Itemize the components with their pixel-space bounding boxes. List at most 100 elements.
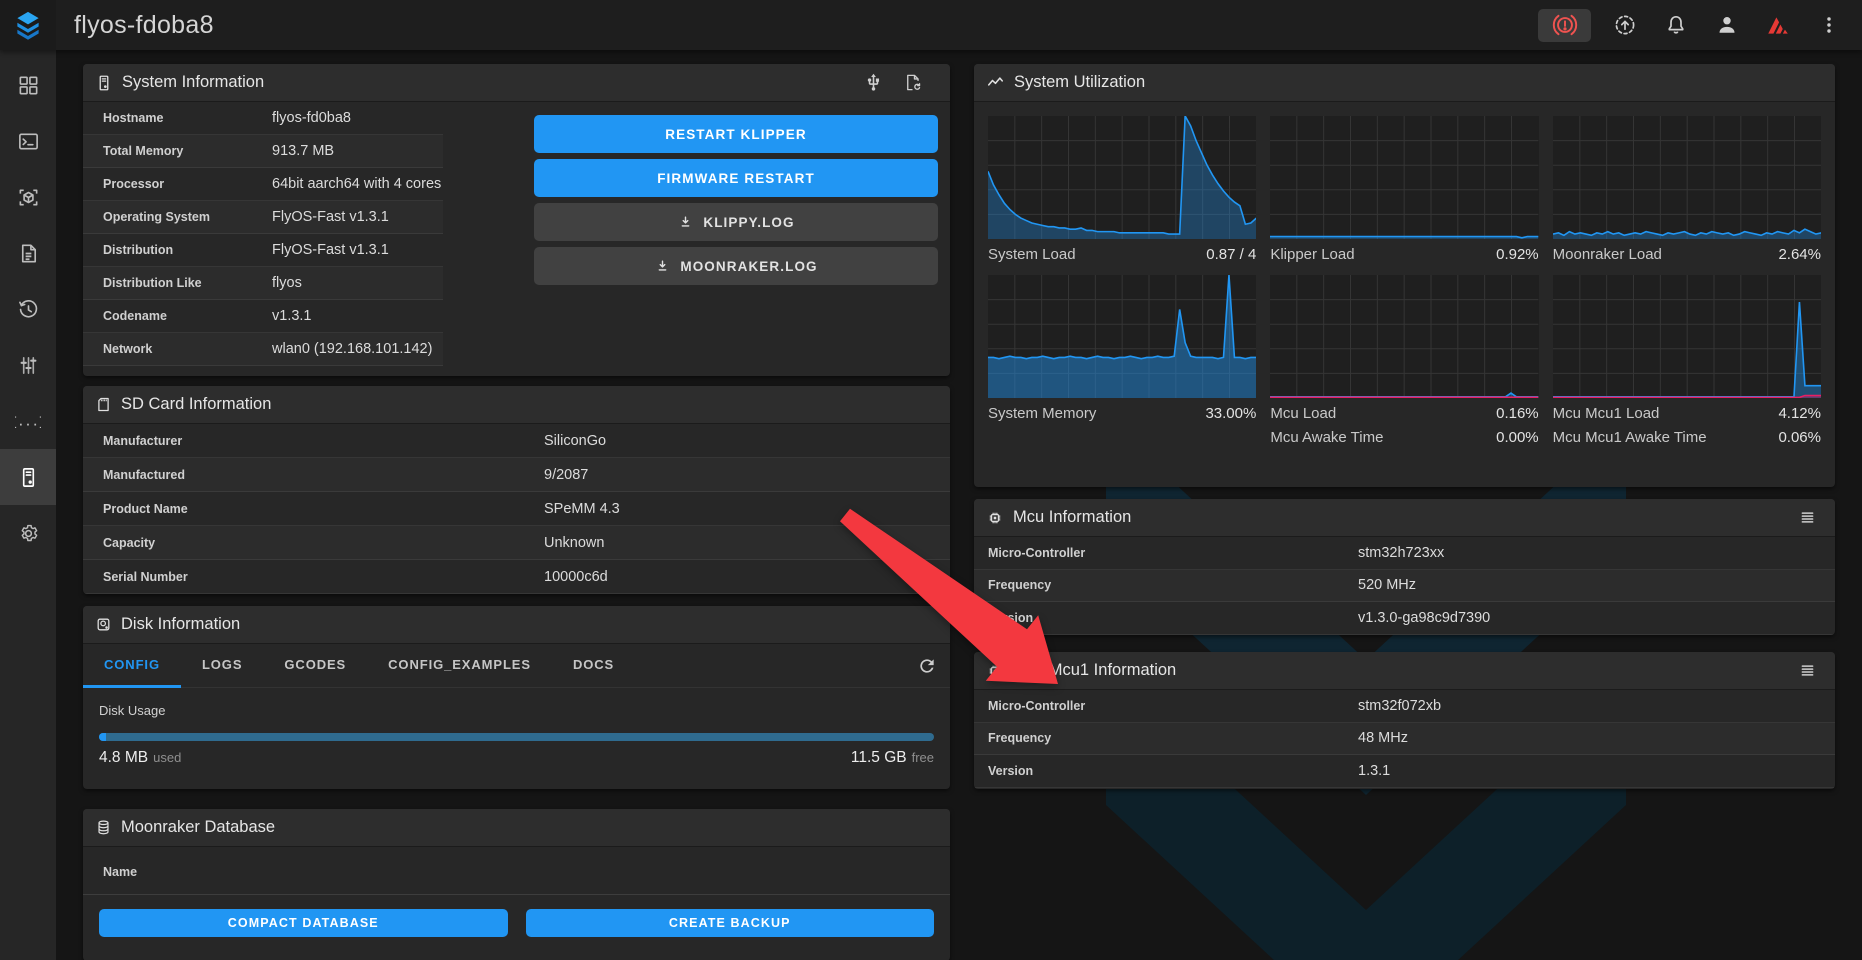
moonraker-log-button[interactable]: MOONRAKER.LOG (534, 247, 938, 285)
chart-stat-value: 0.06% (1778, 429, 1821, 446)
usb-icon[interactable] (861, 71, 885, 95)
moonraker-load-sparkline (1553, 116, 1821, 239)
sidebar-item-files[interactable] (0, 225, 56, 281)
row-value: v1.3.1 (272, 308, 312, 324)
table-row: ManufacturerSiliconGo (83, 424, 950, 458)
disk-used-value: 4.8 MB (99, 749, 148, 766)
mcu-information-table: Micro-Controllerstm32h723xxFrequency520 … (974, 537, 1835, 635)
disk-free-suffix: free (912, 750, 934, 765)
chart-stat-value: 0.87 / 4 (1206, 246, 1256, 263)
mcu-mcu1-information-header: Mcu Mcu1 Information (974, 652, 1835, 690)
row-label: Distribution Like (103, 276, 272, 290)
account-icon[interactable] (1710, 8, 1744, 42)
fly-logo-icon[interactable] (1761, 8, 1795, 42)
disk-information-title: Disk Information (121, 615, 240, 634)
sd-card-icon (95, 396, 112, 413)
app-logo[interactable] (0, 0, 56, 50)
row-label: Product Name (103, 502, 544, 516)
chart-klipper-load: Klipper Load 0.92% (1270, 116, 1538, 263)
sidebar-item-console[interactable] (0, 113, 56, 169)
chart-moonraker-load: Moonraker Load2.64% (1553, 116, 1821, 263)
chart-stat-row: Moonraker Load2.64% (1553, 246, 1821, 263)
update-icon[interactable] (1608, 8, 1642, 42)
utilization-chart-grid: System Load0.87 / 4 Klipper Load0.92% Mo… (974, 102, 1835, 452)
menu-icon[interactable] (1795, 506, 1819, 530)
disk-usage-used-segment (99, 733, 106, 741)
system-utilization-panel: System Utilization System Load0.87 / 4 K… (974, 64, 1835, 487)
sidebar: {...} (0, 50, 56, 960)
tab-logs[interactable]: LOGS (181, 644, 263, 688)
row-label: Processor (103, 177, 272, 191)
system-information-actions: RESTART KLIPPER FIRMWARE RESTART KLIPPY.… (534, 102, 950, 366)
mcu-information-panel: Mcu Information Micro-Controllerstm32h72… (974, 499, 1835, 635)
page-title: flyos-fdoba8 (74, 11, 214, 40)
system-information-header: System Information (83, 64, 950, 102)
tab-config[interactable]: CONFIG (83, 644, 181, 688)
table-row: DistributionFlyOS-Fast v1.3.1 (83, 234, 443, 267)
moonraker-database-header: Moonraker Database (83, 809, 950, 847)
sidebar-item-macros[interactable]: {...} (0, 393, 56, 449)
row-label: Capacity (103, 536, 544, 550)
refresh-icon[interactable] (917, 656, 937, 676)
row-value: FlyOS-Fast v1.3.1 (272, 242, 389, 258)
chart-stat-label: System Memory (988, 405, 1096, 422)
row-label: Micro-Controller (988, 546, 1358, 560)
sidebar-item-gcode-preview[interactable] (0, 169, 56, 225)
file-refresh-icon[interactable] (900, 71, 924, 95)
row-value: 1.3.1 (1358, 763, 1390, 779)
tab-docs[interactable]: DOCS (552, 644, 635, 688)
mcu1-load-sparkline (1553, 275, 1821, 398)
row-value: 64bit aarch64 with 4 cores (272, 176, 441, 192)
chart-stat-label: Klipper Load (1270, 246, 1354, 263)
table-row: Frequency520 MHz (974, 570, 1835, 603)
firmware-restart-button[interactable]: FIRMWARE RESTART (534, 159, 938, 197)
table-row: Codenamev1.3.1 (83, 300, 443, 333)
row-value: flyos (272, 275, 302, 291)
chart-stat-row: Klipper Load 0.92% (1270, 246, 1538, 263)
chart-stat-value: 0.92% (1496, 246, 1539, 263)
tab-config_examples[interactable]: CONFIG_EXAMPLES (367, 644, 552, 688)
chart-stat-value: 0.16% (1496, 405, 1539, 422)
download-icon (677, 214, 694, 231)
sidebar-item-tune[interactable] (0, 337, 56, 393)
system-load-sparkline (988, 116, 1256, 239)
menu-icon[interactable] (1795, 659, 1819, 683)
svg-text:{...}: {...} (15, 416, 41, 430)
row-label: Hostname (103, 111, 272, 125)
emergency-stop-button[interactable] (1538, 9, 1591, 42)
sidebar-item-dashboard[interactable] (0, 57, 56, 113)
server-tower-icon (95, 74, 113, 92)
table-row: Micro-Controllerstm32h723xx (974, 537, 1835, 570)
machine-icon (17, 466, 40, 489)
table-row: Distribution Likeflyos (83, 267, 443, 300)
table-row: Frequency48 MHz (974, 723, 1835, 756)
sidebar-item-settings[interactable] (0, 505, 56, 561)
disk-tabs: CONFIGLOGSGCODESCONFIG_EXAMPLESDOCS (83, 644, 635, 688)
chart-stat-label: Moonraker Load (1553, 246, 1662, 263)
klippy-log-button[interactable]: KLIPPY.LOG (534, 203, 938, 241)
sidebar-item-history[interactable] (0, 281, 56, 337)
disk-used-suffix: used (153, 750, 181, 765)
system-utilization-title: System Utilization (1014, 73, 1145, 92)
table-row: Serial Number10000c6d (83, 560, 950, 594)
sidebar-item-machine[interactable] (0, 449, 56, 505)
row-label: Version (988, 764, 1358, 778)
system-information-panel: System Information (83, 64, 950, 376)
left-column: System Information (83, 64, 950, 960)
restart-klipper-button[interactable]: RESTART KLIPPER (534, 115, 938, 153)
notifications-bell-icon[interactable] (1659, 8, 1693, 42)
kebab-menu-icon[interactable] (1812, 8, 1846, 42)
mcu-information-title: Mcu Information (1013, 508, 1131, 527)
tab-gcodes[interactable]: GCODES (263, 644, 367, 688)
row-label: Manufactured (103, 468, 544, 482)
mcu-mcu1-information-table: Micro-Controllerstm32f072xbFrequency48 M… (974, 690, 1835, 788)
topbar-actions (1538, 8, 1862, 42)
create-backup-button[interactable]: CREATE BACKUP (526, 909, 935, 937)
compact-database-button[interactable]: COMPACT DATABASE (99, 909, 508, 937)
disk-free-value: 11.5 GB (851, 749, 907, 766)
row-value: 520 MHz (1358, 577, 1416, 593)
console-icon (17, 130, 40, 153)
table-row: Hostnameflyos-fd0ba8 (83, 102, 443, 135)
mcu-information-header: Mcu Information (974, 499, 1835, 537)
sd-card-header: SD Card Information (83, 386, 950, 424)
